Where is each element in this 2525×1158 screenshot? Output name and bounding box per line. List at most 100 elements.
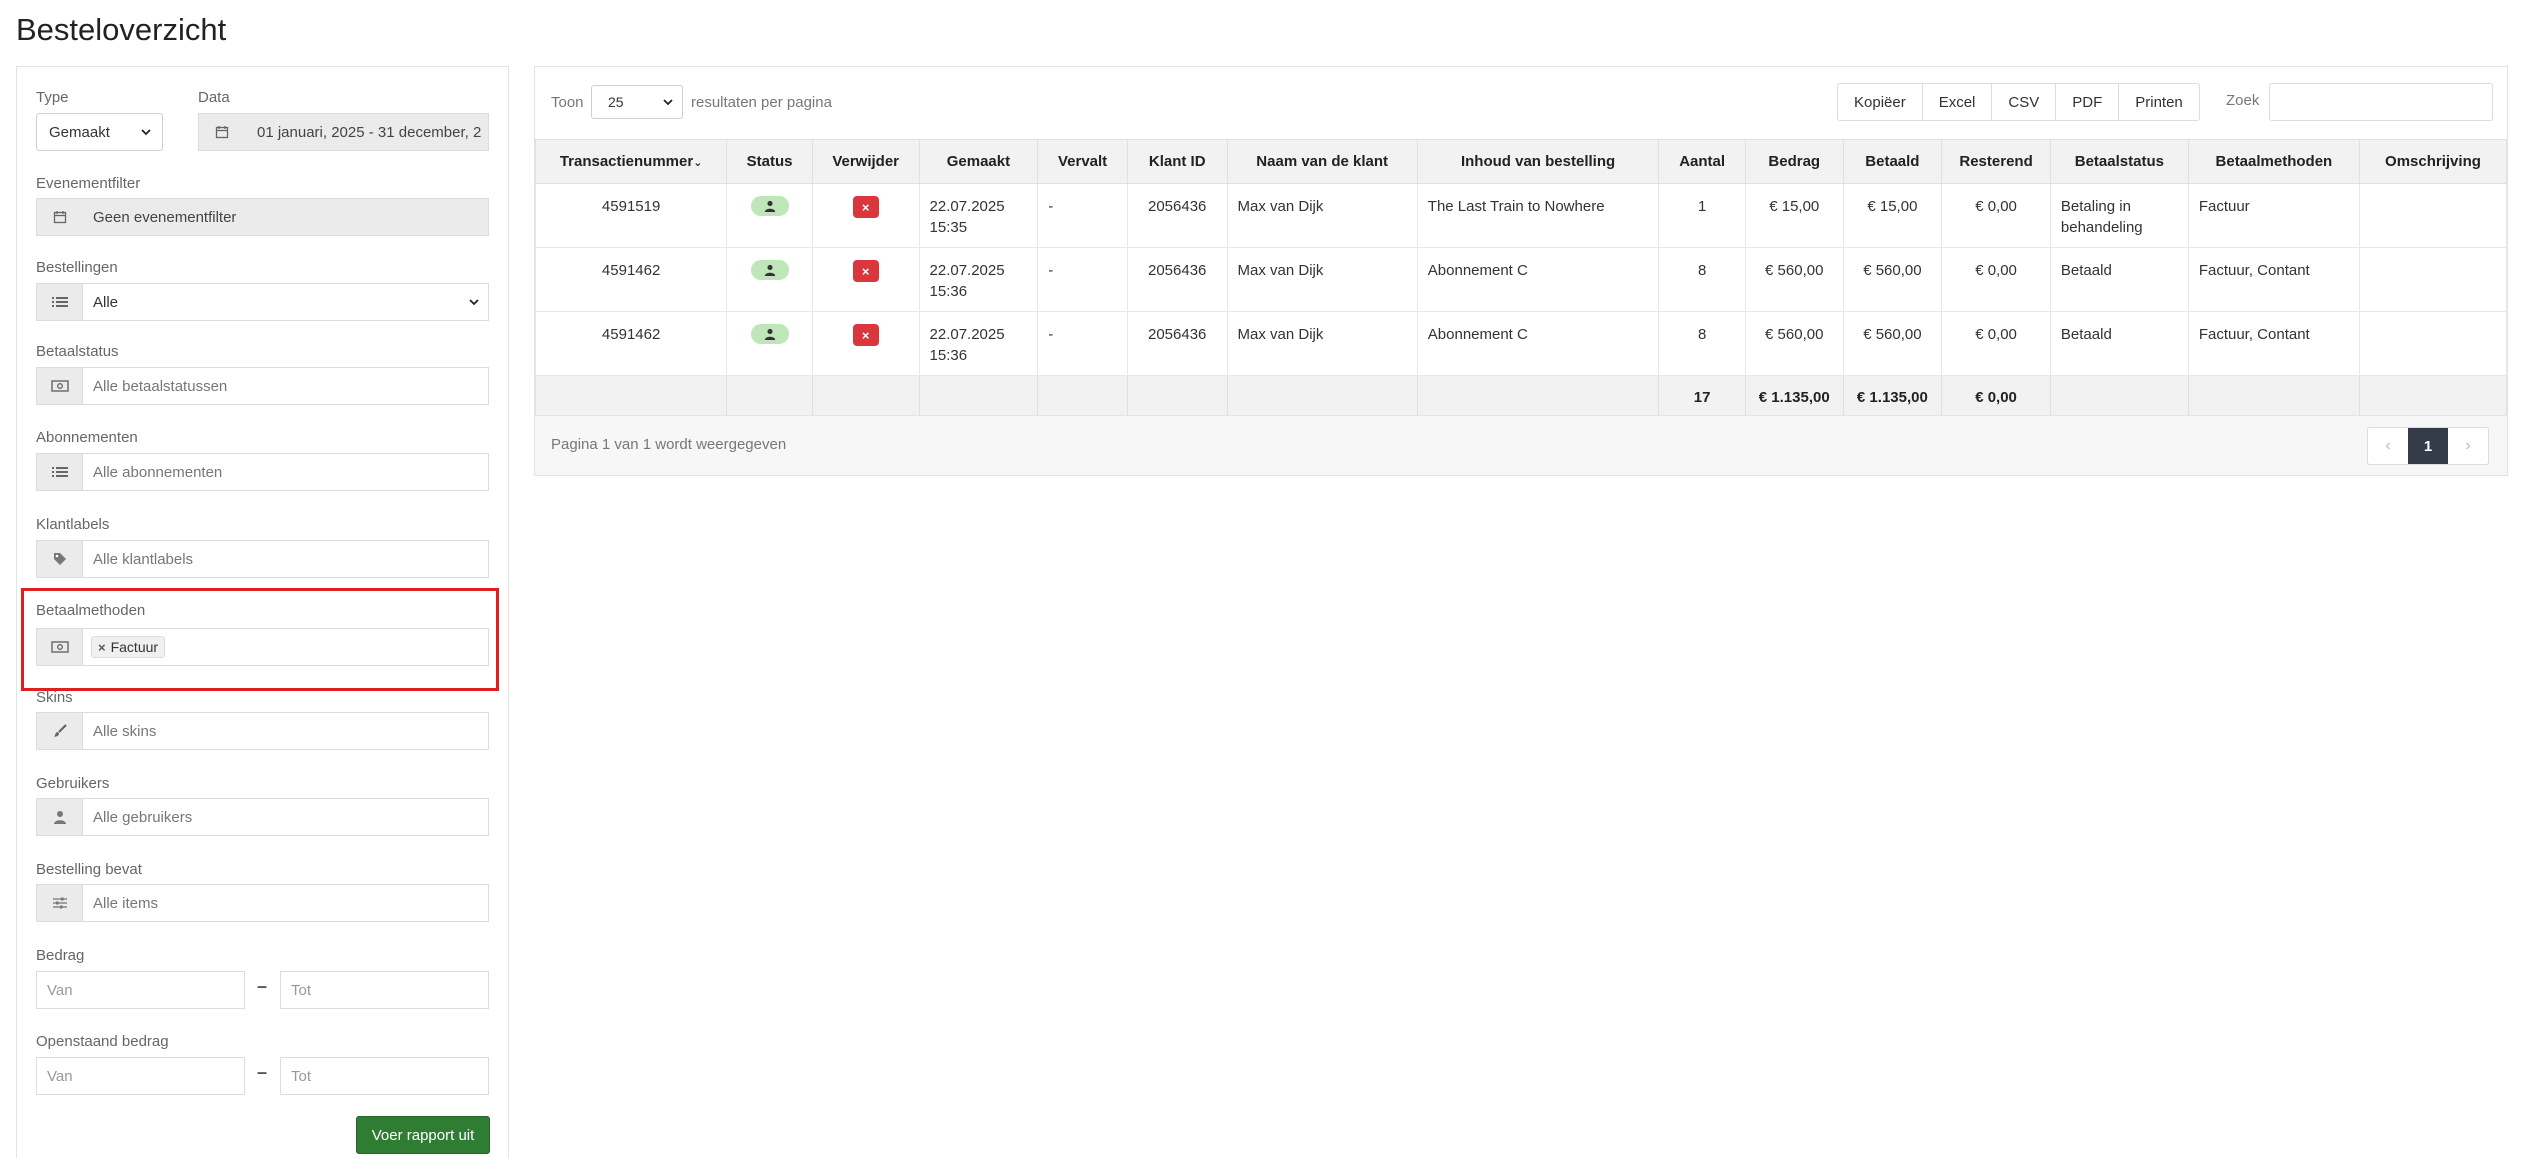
cell-description (2358, 183, 2508, 248)
cell-amount: € 15,00 (1744, 183, 1844, 248)
type-select-value: Gemaakt (49, 123, 110, 141)
subscriptions-select[interactable]: Alle abonnementen (36, 453, 489, 491)
range-dash: – (257, 976, 268, 996)
calendar-icon (37, 199, 83, 235)
csv-button[interactable]: CSV (1992, 84, 2057, 120)
header-pay-methods[interactable]: Betaalmethoden (2187, 139, 2360, 184)
cell-quantity[interactable]: 1 (1658, 183, 1746, 248)
cell-remaining: € 0,00 (1941, 247, 2051, 312)
order-contains-placeholder: Alle items (93, 894, 159, 912)
header-pay-status[interactable]: Betaalstatus (2049, 139, 2189, 184)
range-dash: – (257, 1062, 268, 1082)
table-row: 4591462 × 22.07.2025 15:36 - 2056436 Max… (534, 247, 2508, 312)
cell-paid: € 560,00 (1842, 311, 1943, 376)
outstanding-to-input[interactable]: Tot (280, 1057, 489, 1095)
next-page-button[interactable]: › (2448, 428, 2488, 464)
cell-transaction: 4591519 (534, 183, 728, 248)
calendar-icon (199, 114, 245, 150)
amount-label: Bedrag (36, 947, 85, 964)
amount-to-input[interactable]: Tot (280, 971, 489, 1009)
orders-select[interactable]: Alle (36, 283, 489, 321)
list-icon (37, 454, 83, 490)
delete-icon[interactable]: × (852, 324, 879, 346)
header-status[interactable]: Status (726, 139, 813, 184)
cell-description (2358, 247, 2508, 312)
header-remaining[interactable]: Resterend (1941, 139, 2051, 184)
print-button[interactable]: Printen (2119, 84, 2199, 120)
cell-expires: - (1037, 247, 1128, 312)
cell-client-name: Max van Dijk (1226, 247, 1418, 312)
header-client-id[interactable]: Klant ID (1126, 139, 1228, 184)
cell-quantity[interactable]: 8 (1658, 311, 1746, 376)
order-contains-select[interactable]: Alle items (36, 884, 489, 922)
cell-client-name: Max van Dijk (1226, 311, 1418, 376)
copy-button[interactable]: Kopiëer (1838, 84, 1923, 120)
customer-labels-select[interactable]: Alle klantlabels (36, 540, 489, 578)
user-status-icon[interactable] (750, 196, 789, 216)
pagination: ‹ 1 › (2367, 427, 2489, 465)
cell-pay-status: Betaling in behandeling (2049, 183, 2189, 248)
type-select[interactable]: Gemaakt (36, 113, 163, 151)
cell-remaining: € 0,00 (1941, 183, 2051, 248)
users-select[interactable]: Alle gebruikers (36, 798, 489, 836)
cell-quantity[interactable]: 8 (1658, 247, 1746, 312)
amount-from-input[interactable]: Van (36, 971, 245, 1009)
header-transaction-number[interactable]: Transactienummer⌄ (534, 139, 728, 184)
header-client-name[interactable]: Naam van de klant (1226, 139, 1418, 184)
table-row: 4591462 × 22.07.2025 15:36 - 2056436 Max… (534, 311, 2508, 376)
chevron-down-icon (663, 99, 673, 106)
pdf-button[interactable]: PDF (2056, 84, 2120, 120)
run-report-button[interactable]: Voer rapport uit (356, 1116, 490, 1154)
cell-transaction: 4591462 (534, 311, 728, 376)
header-created[interactable]: Gemaakt (918, 139, 1039, 184)
orders-select-value: Alle (93, 293, 119, 311)
paystatus-placeholder: Alle betaalstatussen (93, 377, 228, 395)
header-quantity[interactable]: Aantal (1658, 139, 1746, 184)
cell-pay-status: Betaald (2049, 247, 2189, 312)
header-description[interactable]: Omschrijving (2358, 139, 2508, 184)
outstanding-from-input[interactable]: Van (36, 1057, 245, 1095)
cell-created: 22.07.2025 15:36 (918, 247, 1039, 312)
delete-icon[interactable]: × (852, 196, 879, 218)
delete-icon[interactable]: × (852, 260, 879, 282)
paystatus-select[interactable]: Alle betaalstatussen (36, 367, 489, 405)
pagination-info: Pagina 1 van 1 wordt weergegeven (551, 436, 787, 453)
subscriptions-placeholder: Alle abonnementen (93, 463, 223, 481)
cell-pay-methods: Factuur, Contant (2187, 247, 2360, 312)
type-label: Type (36, 89, 69, 106)
search-input[interactable] (2269, 83, 2493, 121)
cell-pay-methods: Factuur, Contant (2187, 311, 2360, 376)
export-buttons: Kopiëer Excel CSV PDF Printen (1837, 83, 2200, 121)
event-filter-select[interactable]: Geen evenementfilter (36, 198, 489, 236)
page-size-value: 25 (608, 94, 624, 110)
results-panel: Toon 25 resultaten per pagina Kopiëer Ex… (534, 66, 2508, 476)
table-row: 4591519 × 22.07.2025 15:35 - 2056436 Max… (534, 183, 2508, 248)
table-header-row: Transactienummer⌄ Status Verwijder Gemaa… (534, 139, 2508, 184)
outstanding-label: Openstaand bedrag (36, 1033, 169, 1050)
brush-icon (37, 713, 83, 749)
page-1-button[interactable]: 1 (2408, 428, 2448, 464)
header-expires[interactable]: Vervalt (1037, 139, 1128, 184)
customer-labels-label: Klantlabels (36, 516, 110, 533)
cell-order-content: Abonnement C (1416, 247, 1660, 312)
excel-button[interactable]: Excel (1923, 84, 1993, 120)
search-label: Zoek (2226, 92, 2260, 109)
chevron-down-icon (141, 129, 151, 136)
date-range-picker[interactable]: 01 januari, 2025 - 31 december, 2 (198, 113, 489, 151)
cell-pay-status: Betaald (2049, 311, 2189, 376)
header-delete[interactable]: Verwijder (811, 139, 920, 184)
prev-page-button[interactable]: ‹ (2368, 428, 2408, 464)
cell-client-name: Max van Dijk (1226, 183, 1418, 248)
cell-expires: - (1037, 183, 1128, 248)
money-icon (37, 368, 83, 404)
user-status-icon[interactable] (750, 260, 789, 280)
header-order-content[interactable]: Inhoud van bestelling (1416, 139, 1660, 184)
cell-client-id: 2056436 (1126, 247, 1228, 312)
user-status-icon[interactable] (750, 324, 789, 344)
header-paid[interactable]: Betaald (1842, 139, 1943, 184)
date-range-value: 01 januari, 2025 - 31 december, 2 (257, 123, 482, 141)
table-footer: Pagina 1 van 1 wordt weergegeven ‹ 1 › (535, 415, 2507, 475)
skins-select[interactable]: Alle skins (36, 712, 489, 750)
header-amount[interactable]: Bedrag (1744, 139, 1844, 184)
page-size-select[interactable]: 25 (591, 85, 683, 119)
